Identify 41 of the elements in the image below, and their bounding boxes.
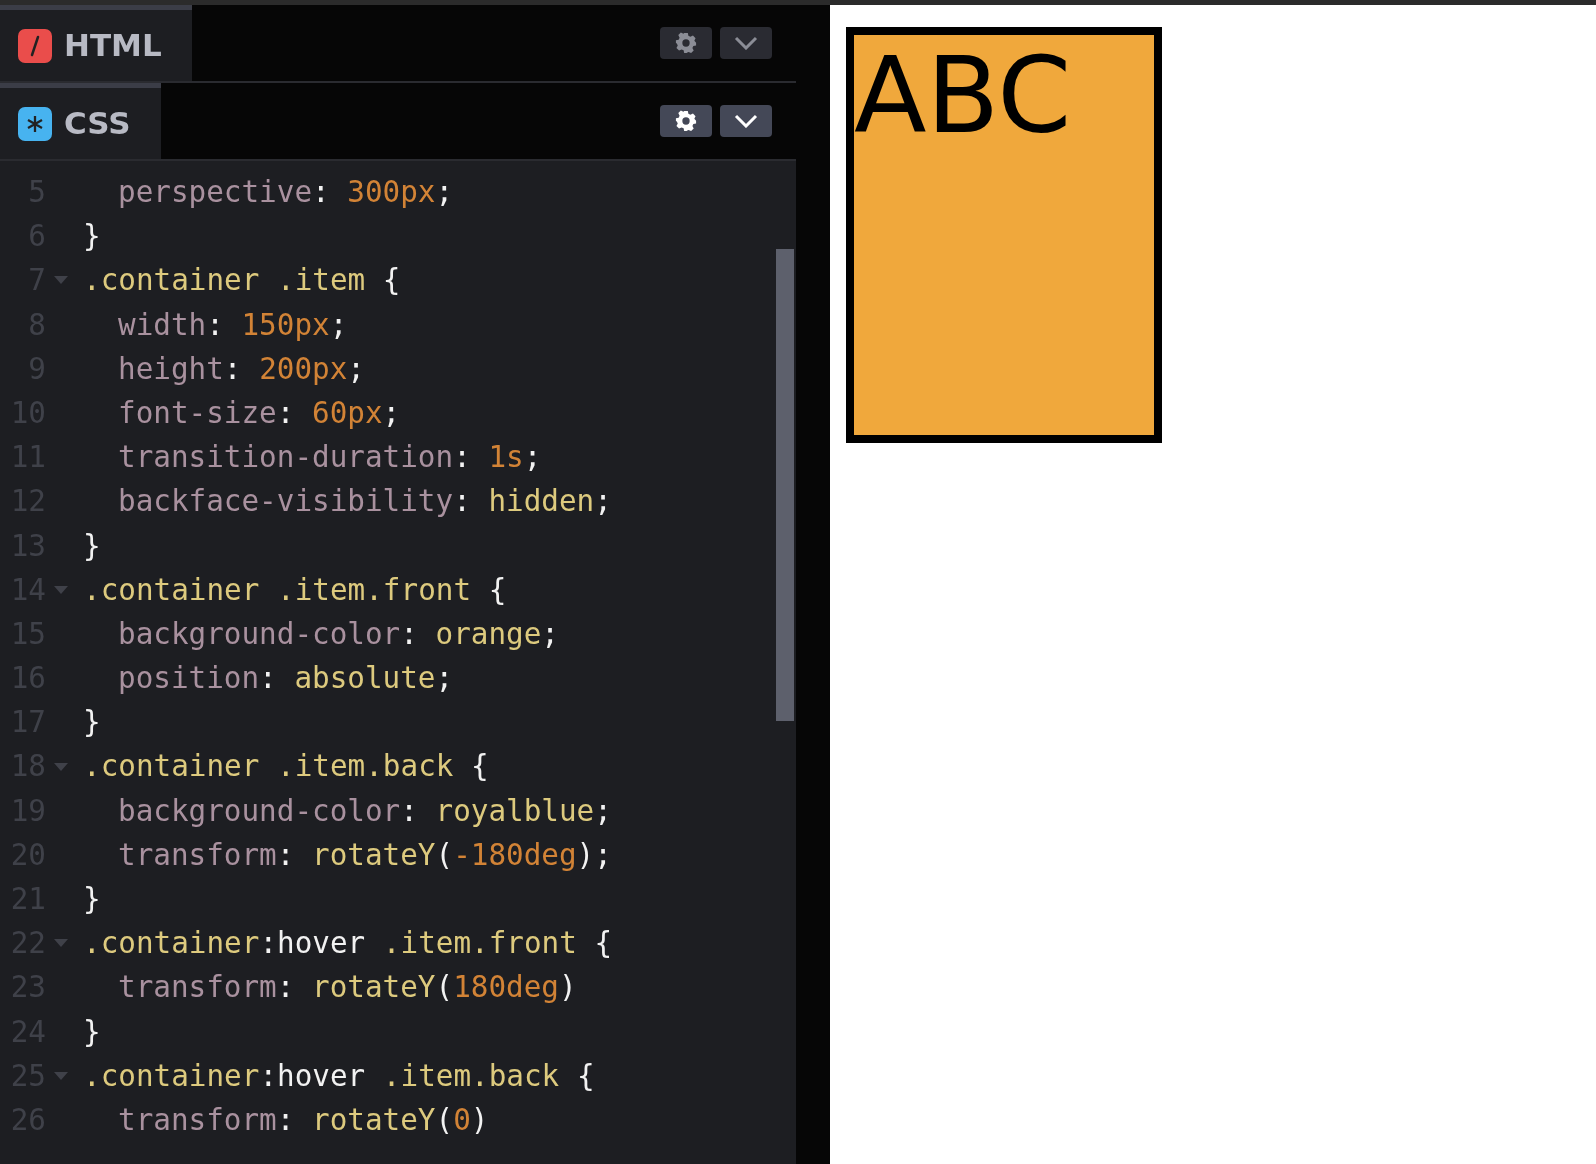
code-line: } xyxy=(83,527,101,565)
settings-button[interactable] xyxy=(660,27,712,59)
code-line: .container:hover .item.back { xyxy=(83,1057,595,1095)
code-line: transform: rotateY(180deg) xyxy=(117,969,577,1007)
code-line: font-size: 60px; xyxy=(117,394,401,432)
code-line: position: absolute; xyxy=(117,660,454,698)
fold-arrow-icon[interactable] xyxy=(54,585,68,594)
code-line: perspective: 300px; xyxy=(117,174,454,211)
code-line: transition-duration: 1s; xyxy=(117,439,542,477)
code-line: .container .item.back { xyxy=(83,748,489,786)
settings-button[interactable] xyxy=(660,105,712,137)
code-line: backface-visibility: hidden; xyxy=(117,483,612,521)
code-line: transform: rotateY(-180deg); xyxy=(117,836,612,874)
code-line: .container .item.front { xyxy=(83,571,507,609)
slash-icon xyxy=(18,28,52,63)
chevron-down-icon xyxy=(734,36,758,50)
fold-arrow-icon[interactable] xyxy=(54,939,68,948)
code-line: } xyxy=(83,1013,101,1051)
code-line: background-color: orange; xyxy=(117,615,559,653)
code-line: } xyxy=(83,218,101,256)
settings-icon xyxy=(675,32,697,54)
preview-text: ABC xyxy=(854,34,1072,157)
editor-tab[interactable]: HTML xyxy=(0,5,192,81)
code-line: .container:hover .item.front { xyxy=(83,925,613,963)
code-line: } xyxy=(83,881,101,918)
chevron-down-icon xyxy=(734,114,758,128)
asterisk-icon xyxy=(18,106,52,141)
code-line: height: 200px; xyxy=(117,350,365,388)
code-line: .container .item { xyxy=(83,262,401,300)
code-line: transform: rotateY(0) xyxy=(117,1101,489,1139)
collapse-button[interactable] xyxy=(720,105,772,137)
code-line: width: 150px; xyxy=(117,306,348,344)
fold-arrow-icon[interactable] xyxy=(54,1071,68,1080)
fold-arrow-icon[interactable] xyxy=(54,762,68,771)
code-line: background-color: royalblue; xyxy=(117,792,612,830)
fold-arrow-icon[interactable] xyxy=(54,276,68,285)
collapse-button[interactable] xyxy=(720,27,772,59)
settings-icon xyxy=(675,110,697,132)
scrollbar-thumb[interactable] xyxy=(776,249,794,721)
code-line: } xyxy=(83,704,101,742)
editor-tab[interactable]: CSS xyxy=(0,83,161,159)
